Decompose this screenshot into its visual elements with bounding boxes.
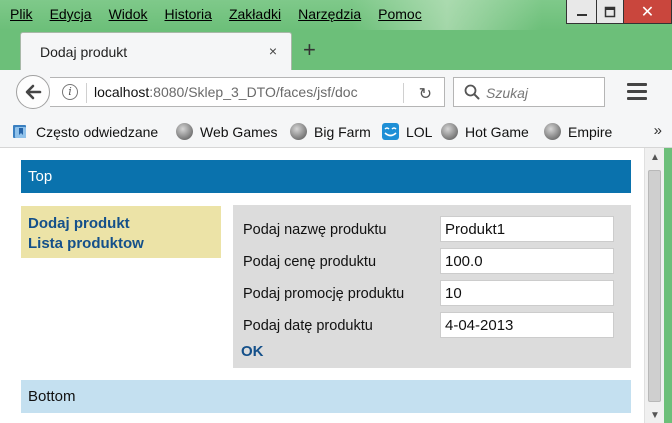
menu-item-zakladki[interactable]: Zakładki [229, 6, 281, 22]
scrollbar-thumb[interactable] [648, 170, 661, 402]
ok-button[interactable]: OK [241, 343, 264, 360]
menu-bar: Plik Edycja Widok Historia Zakładki Narz… [10, 6, 439, 22]
url-host: localhost [94, 84, 150, 100]
price-label: Podaj cenę produktu [243, 254, 377, 270]
bookmark-label: Empire [568, 123, 613, 140]
url-separator-2 [403, 83, 404, 103]
url-separator [86, 83, 87, 103]
page-content: Top Dodaj produkt Lista produktow Podaj … [0, 148, 644, 423]
bookmark-hot-game[interactable]: Hot Game [441, 123, 529, 140]
product-promotion-input[interactable] [440, 280, 614, 306]
menu-item-plik[interactable]: Plik [10, 6, 33, 22]
lol-icon [382, 123, 399, 140]
bookmark-big-farm[interactable]: Big Farm [290, 123, 371, 140]
url-bar[interactable]: i localhost:8080/Sklep_3_DTO/faces/jsf/d… [50, 77, 445, 107]
window-frame-right [664, 148, 672, 423]
left-navigation: Dodaj produkt Lista produktow [21, 206, 221, 258]
bookmark-label: Big Farm [314, 123, 371, 140]
bookmark-label: Często odwiedzane [36, 123, 159, 140]
minimize-icon [576, 13, 587, 16]
form-row-price: Podaj cenę produktu [243, 248, 623, 275]
product-date-input[interactable] [440, 312, 614, 338]
close-icon: ✕ [640, 3, 655, 21]
product-price-input[interactable] [440, 248, 614, 274]
bottom-label: Bottom [28, 388, 76, 405]
bookmark-lol[interactable]: LOL [382, 123, 432, 140]
menu-hamburger-icon[interactable] [627, 83, 647, 101]
window-controls: ✕ [566, 0, 672, 24]
promotion-label: Podaj promocję produktu [243, 286, 405, 302]
maximize-button[interactable] [596, 0, 624, 24]
tab-close-icon[interactable]: × [269, 43, 277, 59]
globe-icon [544, 123, 561, 140]
bookmarks-overflow-icon[interactable]: » [654, 122, 662, 139]
form-row-promotion: Podaj promocję produktu [243, 280, 623, 307]
title-bar: Plik Edycja Widok Historia Zakładki Narz… [0, 0, 672, 30]
product-name-input[interactable] [440, 216, 614, 242]
search-placeholder: Szukaj [486, 85, 529, 101]
top-section: Top [21, 160, 631, 193]
back-arrow-icon [25, 84, 42, 100]
form-row-name: Podaj nazwę produktu [243, 216, 623, 243]
site-info-icon[interactable]: i [62, 84, 78, 100]
bookmarks-icon [12, 123, 29, 140]
search-icon [464, 84, 480, 100]
vertical-scrollbar[interactable]: ▲ ▼ [644, 148, 664, 423]
bookmark-label: LOL [406, 123, 433, 140]
maximize-icon [604, 6, 616, 17]
top-label: Top [28, 168, 53, 185]
scroll-up-icon[interactable]: ▲ [650, 152, 660, 163]
reload-icon[interactable]: ↻ [419, 84, 432, 104]
url-text[interactable]: localhost:8080/Sklep_3_DTO/faces/jsf/doc [94, 84, 372, 100]
new-tab-icon[interactable]: + [303, 37, 316, 63]
globe-icon [176, 123, 193, 140]
menu-item-historia[interactable]: Historia [165, 6, 212, 22]
search-bar[interactable]: Szukaj [453, 77, 605, 107]
link-lista-produktow[interactable]: Lista produktow [28, 234, 214, 254]
date-label: Podaj datę produktu [243, 318, 373, 334]
tab-strip: Dodaj produkt × + [0, 30, 672, 70]
scroll-down-icon[interactable]: ▼ [650, 410, 660, 421]
url-path: :8080/Sklep_3_DTO/faces/jsf/doc [149, 84, 358, 100]
link-dodaj-produkt[interactable]: Dodaj produkt [28, 214, 214, 234]
form-row-date: Podaj datę produktu [243, 312, 623, 339]
product-form: Podaj nazwę produktu Podaj cenę produktu… [233, 205, 631, 368]
bookmark-label: Web Games [200, 123, 278, 140]
back-button[interactable] [16, 75, 50, 109]
menu-item-widok[interactable]: Widok [109, 6, 148, 22]
bookmark-web-games[interactable]: Web Games [176, 123, 278, 140]
tab-dodaj-produkt[interactable]: Dodaj produkt × [20, 32, 292, 70]
menu-item-narzedzia[interactable]: Narzędzia [298, 6, 361, 22]
bottom-section: Bottom [21, 380, 631, 413]
globe-icon [290, 123, 307, 140]
globe-icon [441, 123, 458, 140]
minimize-button[interactable] [566, 0, 596, 24]
name-label: Podaj nazwę produktu [243, 222, 387, 238]
tab-title: Dodaj produkt [40, 44, 128, 60]
menu-item-pomoc[interactable]: Pomoc [378, 6, 422, 22]
menu-item-edycja[interactable]: Edycja [50, 6, 92, 22]
bookmarks-bar: Często odwiedzane Web Games Big Farm LOL… [0, 114, 672, 148]
bookmark-czesto-odwiedzane[interactable]: Często odwiedzane [12, 123, 158, 140]
close-window-button[interactable]: ✕ [624, 0, 672, 24]
navigation-bar: i localhost:8080/Sklep_3_DTO/faces/jsf/d… [0, 70, 672, 114]
bookmark-label: Hot Game [465, 123, 529, 140]
bookmark-empire[interactable]: Empire [544, 123, 612, 140]
